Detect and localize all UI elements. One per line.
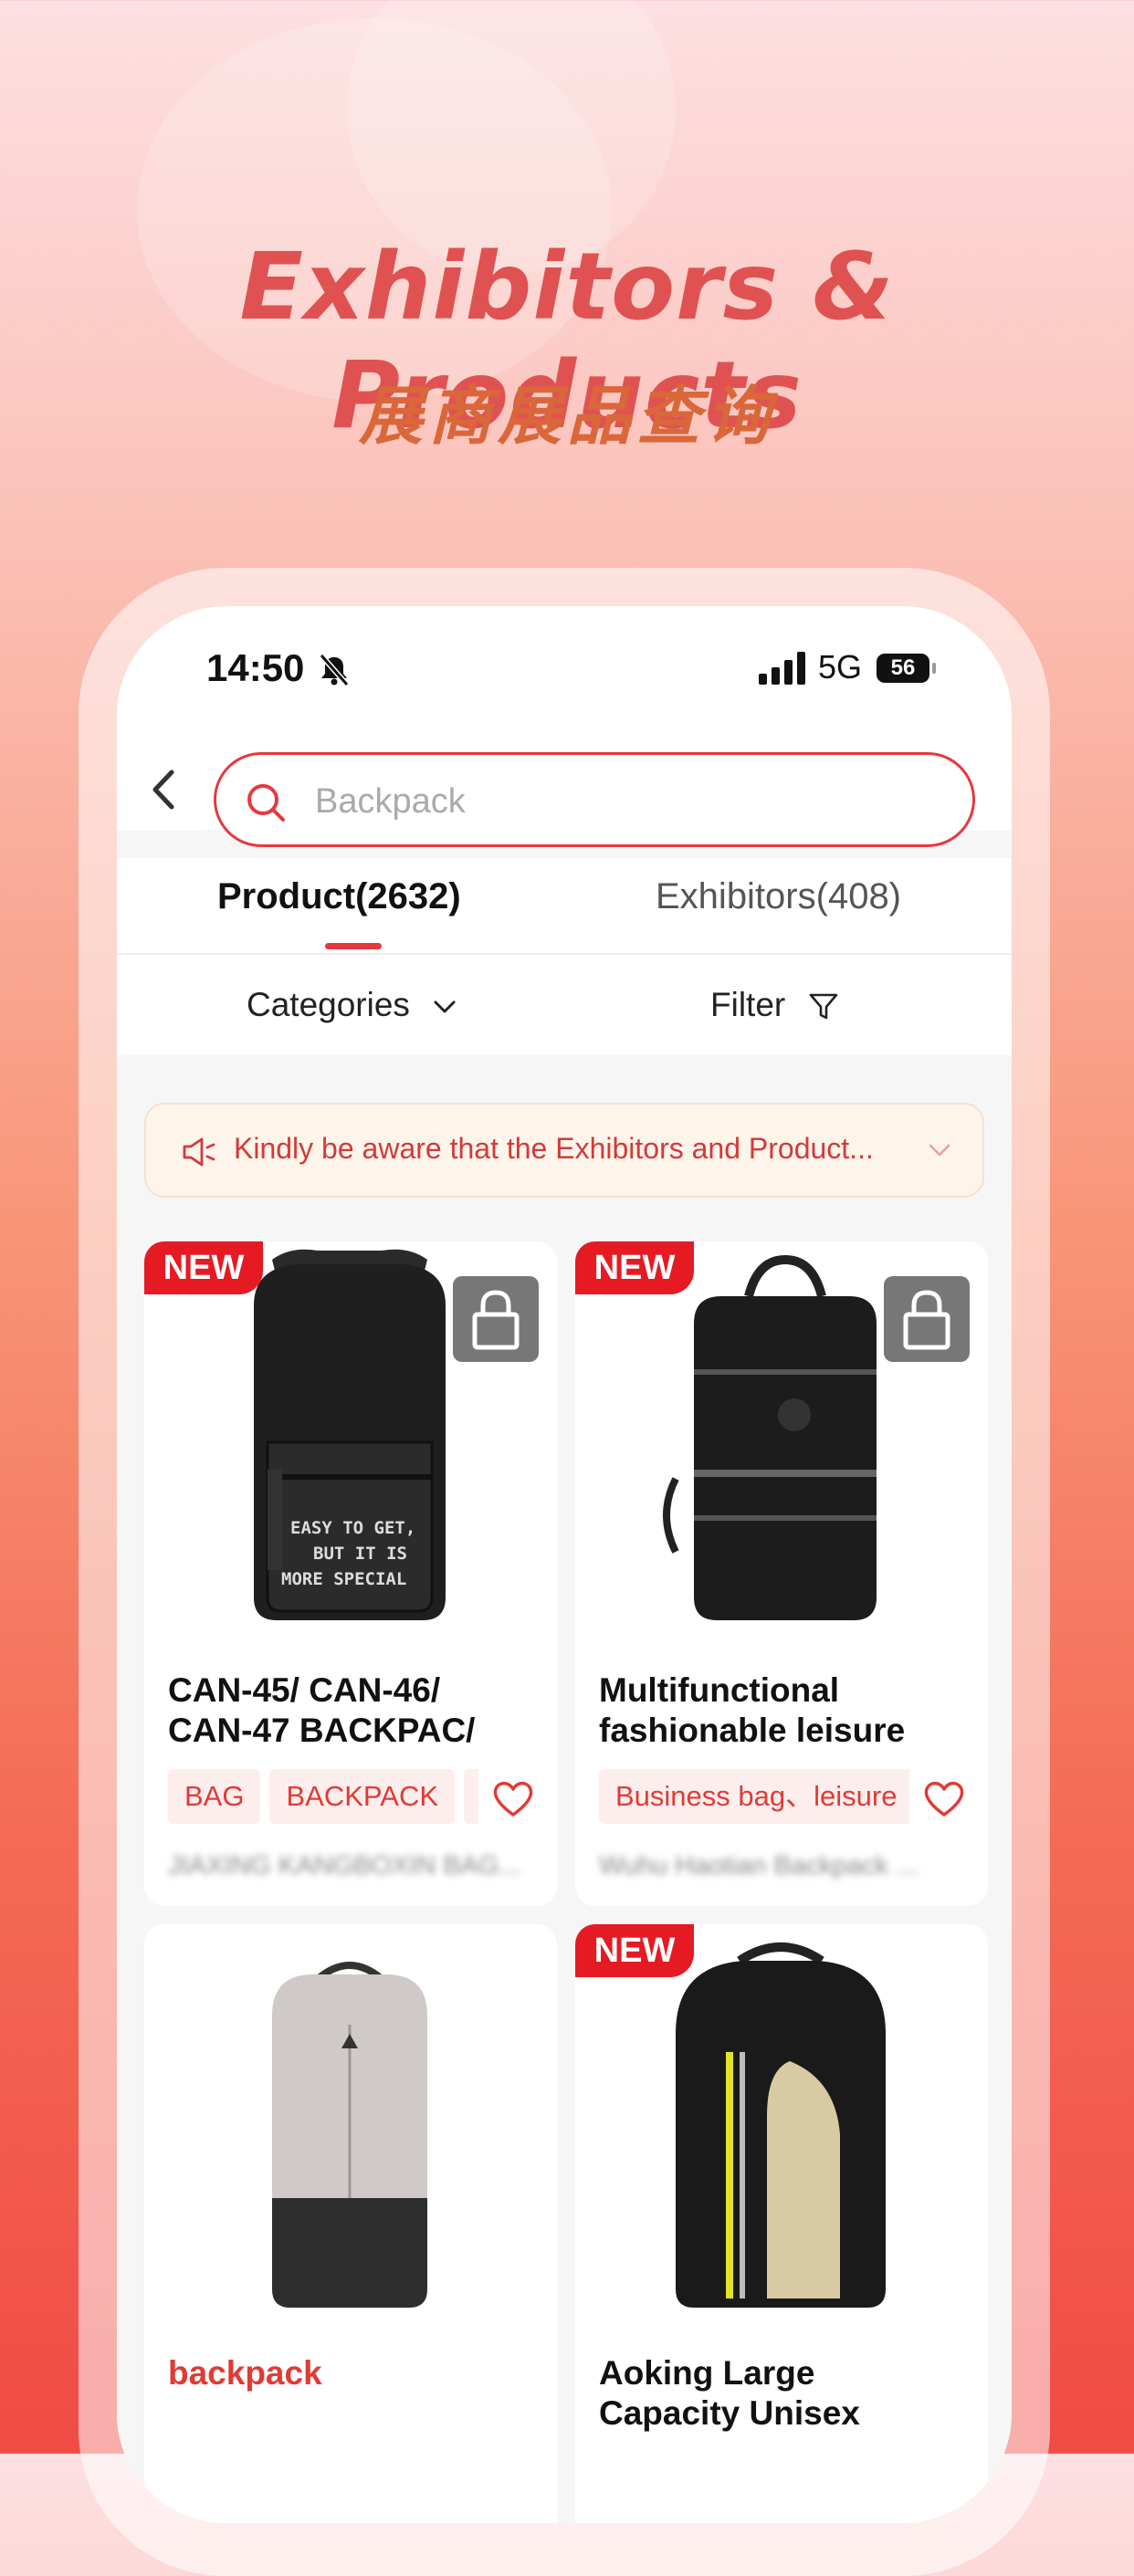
bell-muted-icon xyxy=(319,654,350,686)
new-badge: NEW xyxy=(144,1241,263,1294)
product-card[interactable]: backpack xyxy=(144,1924,557,2523)
product-title: Multifunctional fashionable leisure xyxy=(599,1671,906,1749)
gray-backpack-image xyxy=(144,1924,557,2326)
product-tag: BAG xyxy=(168,1769,261,1824)
active-tab-indicator xyxy=(325,943,382,949)
search-input[interactable] xyxy=(313,775,938,828)
status-time: 14:50 xyxy=(206,646,305,689)
app-content: Product(2632) Exhibitors(408) Categories… xyxy=(117,730,1012,2523)
exhibitor-name: Wuhu Haotian Backpack ... xyxy=(599,1851,919,1880)
search-icon xyxy=(247,784,285,822)
notice-banner[interactable]: Kindly be aware that the Exhibitors and … xyxy=(144,1103,984,1198)
product-tag: C xyxy=(464,1769,478,1824)
signal-icon xyxy=(759,652,805,685)
product-title: backpack xyxy=(168,2354,322,2392)
battery-icon: 56 xyxy=(877,654,929,683)
svg-text:MORE SPECIAL: MORE SPECIAL xyxy=(281,1569,406,1589)
lock-icon[interactable] xyxy=(884,1276,970,1362)
categories-label: Categories xyxy=(247,986,410,1023)
svg-text:BUT IT IS: BUT IT IS xyxy=(313,1544,407,1564)
megaphone-icon xyxy=(183,1137,215,1167)
search-bar[interactable] xyxy=(214,752,975,847)
lock-glyph xyxy=(472,1290,520,1350)
product-card[interactable]: EASY TO GET, BUT IT IS MORE SPECIAL NEW … xyxy=(144,1241,557,1906)
notice-text: Kindly be aware that the Exhibitors and … xyxy=(234,1132,874,1165)
filter-label: Filter xyxy=(710,986,786,1023)
product-card[interactable]: NEW Aoking Large Capacity Unisex xyxy=(575,1924,988,2523)
product-card[interactable]: NEW Multifunctional fashionable leisure … xyxy=(575,1241,988,1906)
product-tag: Business bag、leisure xyxy=(599,1769,909,1824)
product-title: CAN-45/ CAN-46/ CAN-47 BACKPAC/ xyxy=(168,1671,476,1749)
tab-product[interactable]: Product(2632) xyxy=(217,876,461,917)
product-tags: Business bag、leisure xyxy=(599,1769,909,1826)
exhibitor-name: JIAXING KANGBOXIN BAG... xyxy=(168,1851,521,1880)
tab-exhibitors[interactable]: Exhibitors(408) xyxy=(656,876,901,917)
funnel-icon xyxy=(809,993,837,1020)
phone-screen: 14:50 5G 56 Backpack Product(2632) Exhib… xyxy=(117,606,1012,2523)
tab-bar: Product(2632) Exhibitors(408) xyxy=(117,858,1012,955)
product-tags: BAGBACKPACKC xyxy=(168,1769,478,1826)
back-arrow-icon[interactable] xyxy=(150,767,177,812)
svg-text:EASY TO GET,: EASY TO GET, xyxy=(290,1518,415,1538)
lock-glyph xyxy=(903,1290,950,1350)
new-badge: NEW xyxy=(575,1241,694,1294)
chevron-down-icon xyxy=(929,1144,950,1157)
network-type: 5G xyxy=(818,648,863,686)
hero-subtitle: 展商展品查询 xyxy=(359,379,775,454)
filter-button[interactable]: Filter xyxy=(710,986,839,1024)
chevron-down-icon xyxy=(434,1000,456,1013)
battery-cap xyxy=(932,663,936,674)
new-badge: NEW xyxy=(575,1924,694,1977)
heart-icon[interactable] xyxy=(922,1778,966,1818)
product-tag: BACKPACK xyxy=(269,1769,456,1824)
filter-bar: Categories Filter xyxy=(117,955,1012,1055)
status-bar: 14:50 5G 56 xyxy=(117,646,1012,701)
black-yellow-backpack-image xyxy=(575,1924,988,2326)
lock-icon[interactable] xyxy=(453,1276,539,1362)
top-bar xyxy=(117,730,1012,847)
categories-dropdown[interactable]: Categories xyxy=(247,986,457,1024)
heart-icon[interactable] xyxy=(491,1778,535,1818)
product-title: Aoking Large Capacity Unisex xyxy=(599,2354,860,2432)
battery-level: 56 xyxy=(890,655,916,680)
